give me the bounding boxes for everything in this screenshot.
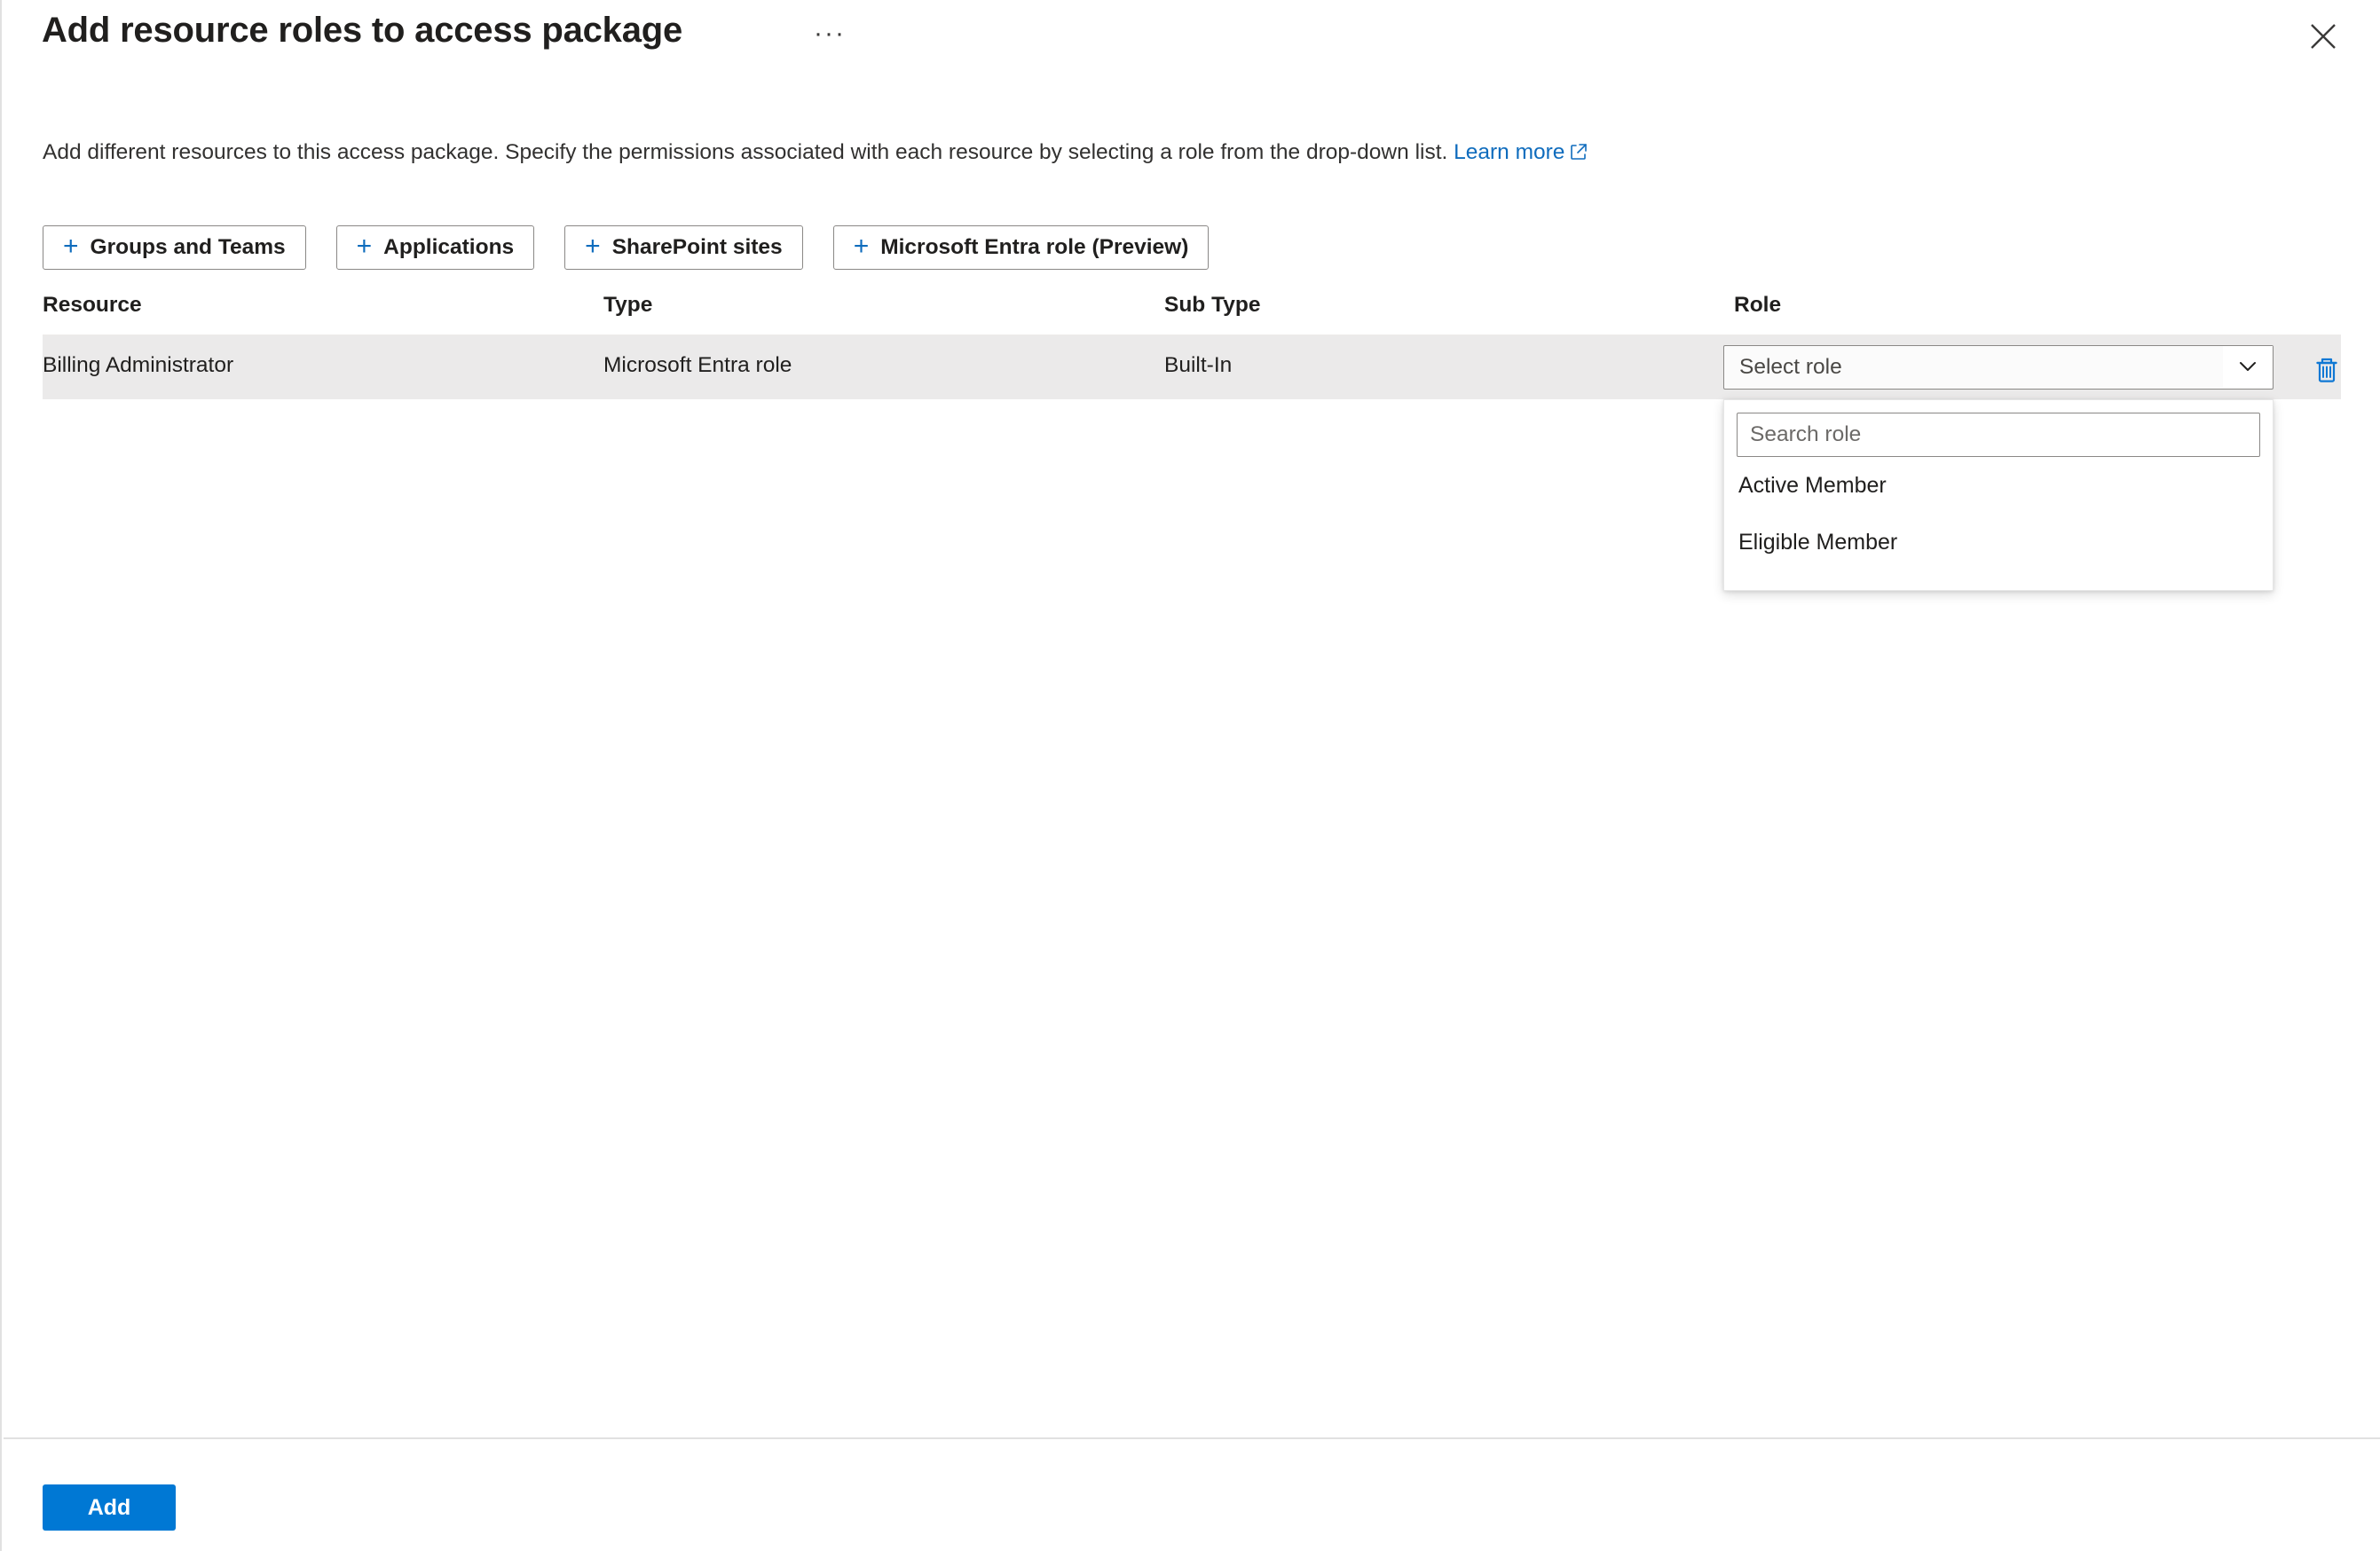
plus-icon: + (63, 232, 79, 261)
learn-more-label: Learn more (1454, 140, 1565, 164)
cell-resource: Billing Administrator (43, 353, 234, 377)
button-label: SharePoint sites (611, 235, 783, 259)
column-header-resource: Resource (43, 293, 142, 317)
close-icon (2308, 21, 2338, 51)
resources-table: Resource Type Sub Type Role Billing Admi… (43, 293, 2341, 591)
button-label: Applications (383, 235, 515, 259)
role-search-wrapper (1724, 413, 2273, 457)
search-role-input[interactable] (1737, 413, 2260, 457)
plus-icon: + (356, 232, 373, 261)
chevron-down-icon[interactable] (2223, 346, 2273, 387)
cell-role: Select role (1723, 345, 2274, 390)
column-header-sub-type: Sub Type (1164, 293, 1261, 317)
cell-sub-type: Built-In (1164, 353, 1233, 377)
column-header-type: Type (603, 293, 653, 317)
role-option-active-member[interactable]: Active Member (1724, 457, 2273, 514)
add-sharepoint-sites-button[interactable]: + SharePoint sites (564, 225, 803, 270)
close-button[interactable] (2300, 13, 2346, 59)
external-link-icon (1570, 141, 1588, 168)
learn-more-link[interactable]: Learn more (1454, 140, 1588, 164)
role-select-value: Select role (1739, 355, 1842, 379)
table-header-row: Resource Type Sub Type Role (43, 293, 2341, 335)
footer-divider (4, 1437, 2380, 1439)
button-label: Groups and Teams (90, 235, 286, 259)
add-applications-button[interactable]: + Applications (335, 225, 535, 270)
column-header-role: Role (1734, 293, 1782, 317)
plus-icon: + (585, 232, 601, 261)
role-select-dropdown[interactable]: Select role (1723, 345, 2274, 390)
plus-icon: + (853, 232, 870, 261)
trash-icon (2310, 353, 2344, 390)
add-resource-roles-panel: Add resource roles to access package ···… (0, 0, 2380, 1551)
panel-description: Add different resources to this access p… (43, 139, 1588, 168)
resource-type-toolbar: + Groups and Teams + Applications + Shar… (43, 225, 1210, 270)
role-dropdown-panel: Active Member Eligible Member (1723, 399, 2274, 591)
table-row: Billing Administrator Microsoft Entra ro… (43, 335, 2341, 591)
add-microsoft-entra-role-button[interactable]: + Microsoft Entra role (Preview) (832, 225, 1210, 270)
add-button[interactable]: Add (43, 1484, 176, 1531)
panel-header: Add resource roles to access package ··· (2, 0, 2380, 93)
cell-type: Microsoft Entra role (603, 353, 792, 377)
panel-footer: Add (43, 1484, 176, 1531)
role-option-eligible-member[interactable]: Eligible Member (1724, 514, 2273, 571)
description-text: Add different resources to this access p… (43, 140, 1448, 164)
more-options-ellipsis-icon[interactable]: ··· (814, 20, 846, 47)
button-label: Microsoft Entra role (Preview) (880, 235, 1189, 259)
page-title: Add resource roles to access package (42, 11, 683, 50)
delete-resource-button[interactable] (2306, 350, 2347, 391)
add-groups-and-teams-button[interactable]: + Groups and Teams (43, 225, 306, 270)
